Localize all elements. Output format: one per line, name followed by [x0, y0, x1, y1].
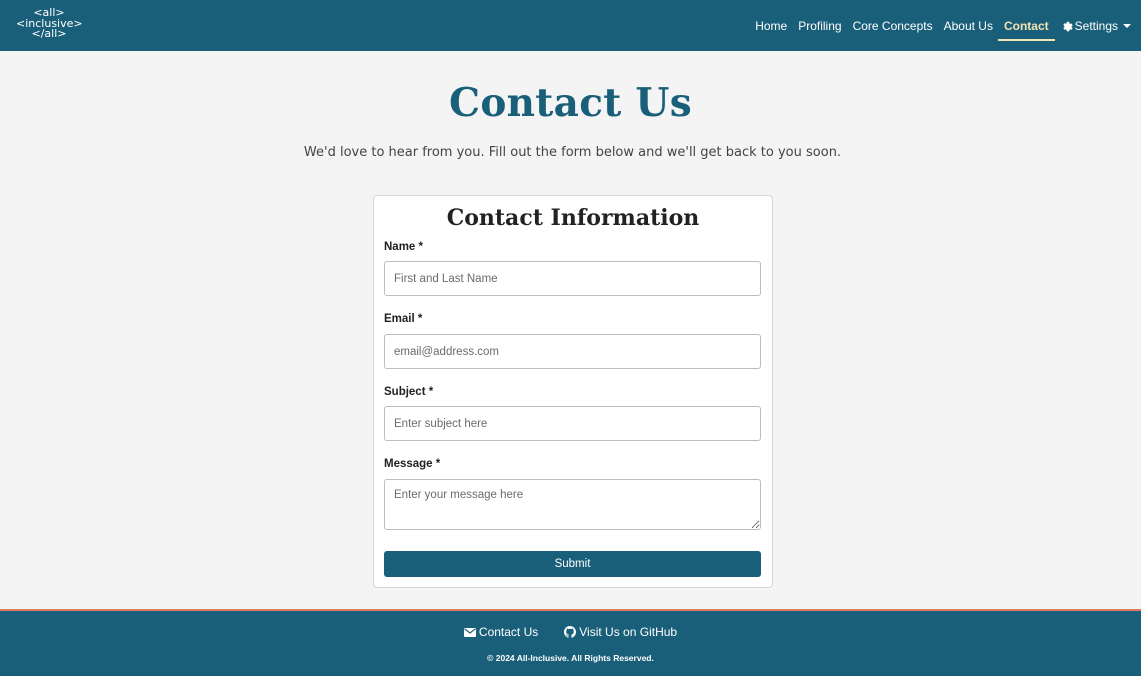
nav-links: Home Profiling Core Concepts About Us Co… — [744, 0, 1131, 51]
form-title: Contact Information — [446, 205, 700, 231]
settings-dropdown[interactable]: Settings — [1061, 15, 1131, 37]
name-input[interactable] — [384, 261, 761, 296]
site-logo[interactable]: <all> <inclusive> </all> — [16, 7, 83, 40]
submit-button[interactable]: Submit — [384, 551, 761, 577]
nav-link-core-concepts[interactable]: Core Concepts — [853, 15, 933, 37]
footer-contact-label: Contact Us — [478, 625, 539, 639]
page-intro: We'd love to hear from you. Fill out the… — [303, 145, 842, 160]
message-label: Message * — [384, 458, 441, 470]
page-title: Contact Us — [449, 80, 692, 126]
chevron-down-icon — [1123, 23, 1131, 28]
footer-contact-link[interactable]: Contact Us — [463, 625, 539, 639]
github-icon — [564, 626, 577, 638]
footer-github-label: Visit Us on GitHub — [579, 625, 678, 639]
message-textarea[interactable] — [384, 479, 761, 530]
logo-line-3: </all> — [31, 27, 67, 40]
envelope-icon — [463, 627, 476, 637]
site-footer: Contact Us Visit Us on GitHub © 2024 All… — [0, 609, 1141, 676]
subject-input[interactable] — [384, 406, 761, 441]
email-input[interactable] — [384, 334, 761, 369]
gear-icon — [1062, 21, 1073, 31]
footer-github-link[interactable]: Visit Us on GitHub — [564, 625, 677, 639]
name-label: Name * — [384, 241, 423, 253]
contact-form-card: Contact Information Name * Email * Subje… — [373, 195, 773, 588]
settings-label: Settings — [1074, 18, 1118, 33]
nav-link-profiling[interactable]: Profiling — [798, 15, 841, 37]
copyright-text: © 2024 All-Inclusive. All Rights Reserve… — [487, 653, 654, 663]
nav-link-home[interactable]: Home — [755, 15, 787, 37]
nav-link-contact[interactable]: Contact — [997, 11, 1055, 41]
top-navbar: <all> <inclusive> </all> Home Profiling … — [0, 0, 1141, 51]
nav-link-about-us[interactable]: About Us — [944, 15, 993, 37]
footer-links: Contact Us Visit Us on GitHub — [0, 625, 1141, 639]
subject-label: Subject * — [384, 386, 434, 398]
email-label: Email * — [384, 313, 423, 325]
